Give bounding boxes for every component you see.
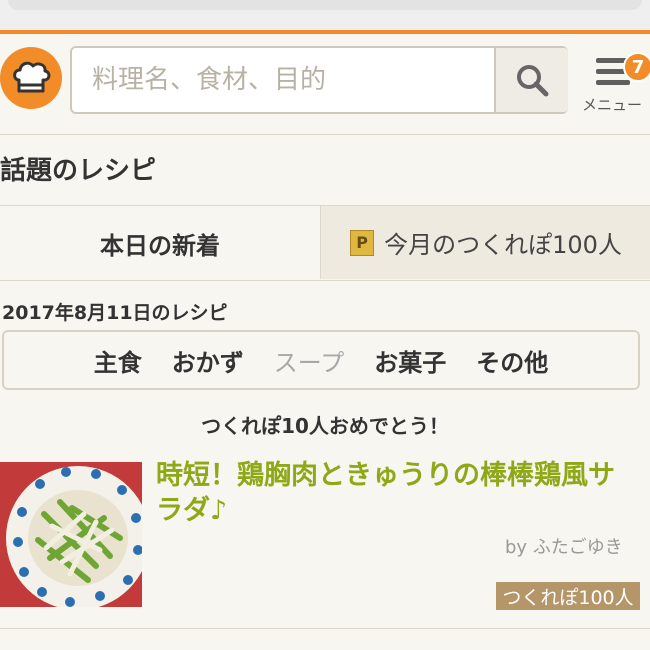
recipe-tabs: 本日の新着 P 今月のつくれぽ100人 (0, 205, 650, 281)
congrats-heading: つくれぽ10人おめでとう！ (201, 414, 449, 438)
notification-badge: 7 (623, 52, 650, 82)
p-icon: P (350, 229, 375, 256)
tsukurepo-badge: つくれぽ100人 (496, 582, 640, 610)
recipe-thumbnail[interactable] (0, 462, 142, 607)
tab-today-new[interactable]: 本日の新着 (0, 206, 320, 280)
category-sweets[interactable]: お菓子 (374, 343, 446, 378)
recipe-title[interactable]: 時短！鶏胸肉ときゅうりの棒棒鶏風サラダ♪ (156, 458, 636, 528)
tab-monthly-label: 今月のつくれぽ100人 (384, 231, 622, 259)
browser-top-strip (0, 0, 650, 30)
logo-chef-hat-icon[interactable] (0, 47, 62, 109)
category-side-dish[interactable]: おかず (172, 343, 244, 378)
category-staple[interactable]: 主食 (94, 343, 142, 378)
divider (0, 628, 650, 629)
search-input[interactable] (72, 48, 492, 112)
category-bar: 主食 おかず スープ お菓子 その他 (2, 330, 640, 390)
search-button[interactable] (494, 48, 568, 112)
menu-label: メニュー (582, 96, 643, 114)
section-title: 話題のレシピ (0, 156, 157, 186)
menu-button[interactable]: 7 メニュー (580, 50, 650, 120)
recipe-author[interactable]: by ふたごゆき (505, 533, 623, 559)
tab-today-label: 本日の新着 (100, 231, 220, 260)
category-other[interactable]: その他 (476, 343, 548, 378)
date-label: 2017年8月11日のレシピ (2, 302, 228, 324)
tab-monthly-tsukurepo[interactable]: P 今月のつくれぽ100人 (320, 206, 650, 279)
top-strip-edge (8, 0, 642, 10)
search-icon (517, 65, 549, 97)
category-soup[interactable]: スープ (274, 343, 345, 378)
search-box (70, 46, 568, 114)
